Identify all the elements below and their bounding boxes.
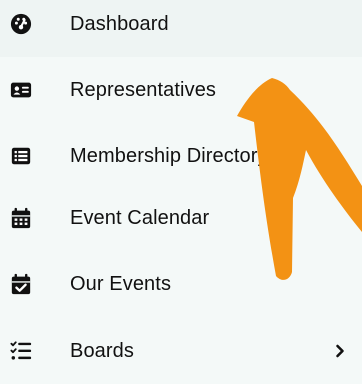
sidebar-item-membership-directory[interactable]: Membership Directory: [0, 123, 362, 189]
sidebar-item-event-calendar[interactable]: Event Calendar: [0, 185, 362, 251]
sidebar-item-representatives[interactable]: Representatives: [0, 57, 362, 123]
sidebar-item-label: Membership Directory: [70, 144, 268, 167]
sidebar-item-label: Our Events: [70, 272, 172, 295]
sidebar-item-label: Boards: [70, 339, 134, 362]
id-card-icon: [10, 79, 32, 101]
checklist-icon: [10, 340, 32, 362]
list-icon: [10, 145, 32, 167]
sidebar-item-our-events[interactable]: Our Events: [0, 251, 362, 317]
sidebar-item-label: Representatives: [70, 78, 217, 101]
chevron-right-icon[interactable]: [334, 344, 346, 358]
sidebar-item-dashboard[interactable]: Dashboard: [0, 0, 362, 57]
gauge-icon: [10, 13, 32, 35]
sidebar-item-label: Dashboard: [70, 12, 169, 35]
calendar-check-icon: [10, 273, 32, 295]
sidebar-item-label: Event Calendar: [70, 206, 210, 229]
sidebar-menu: Dashboard Representatives Membership Dir…: [0, 0, 362, 371]
sidebar-item-boards[interactable]: Boards: [0, 318, 362, 384]
calendar-icon: [10, 207, 32, 229]
